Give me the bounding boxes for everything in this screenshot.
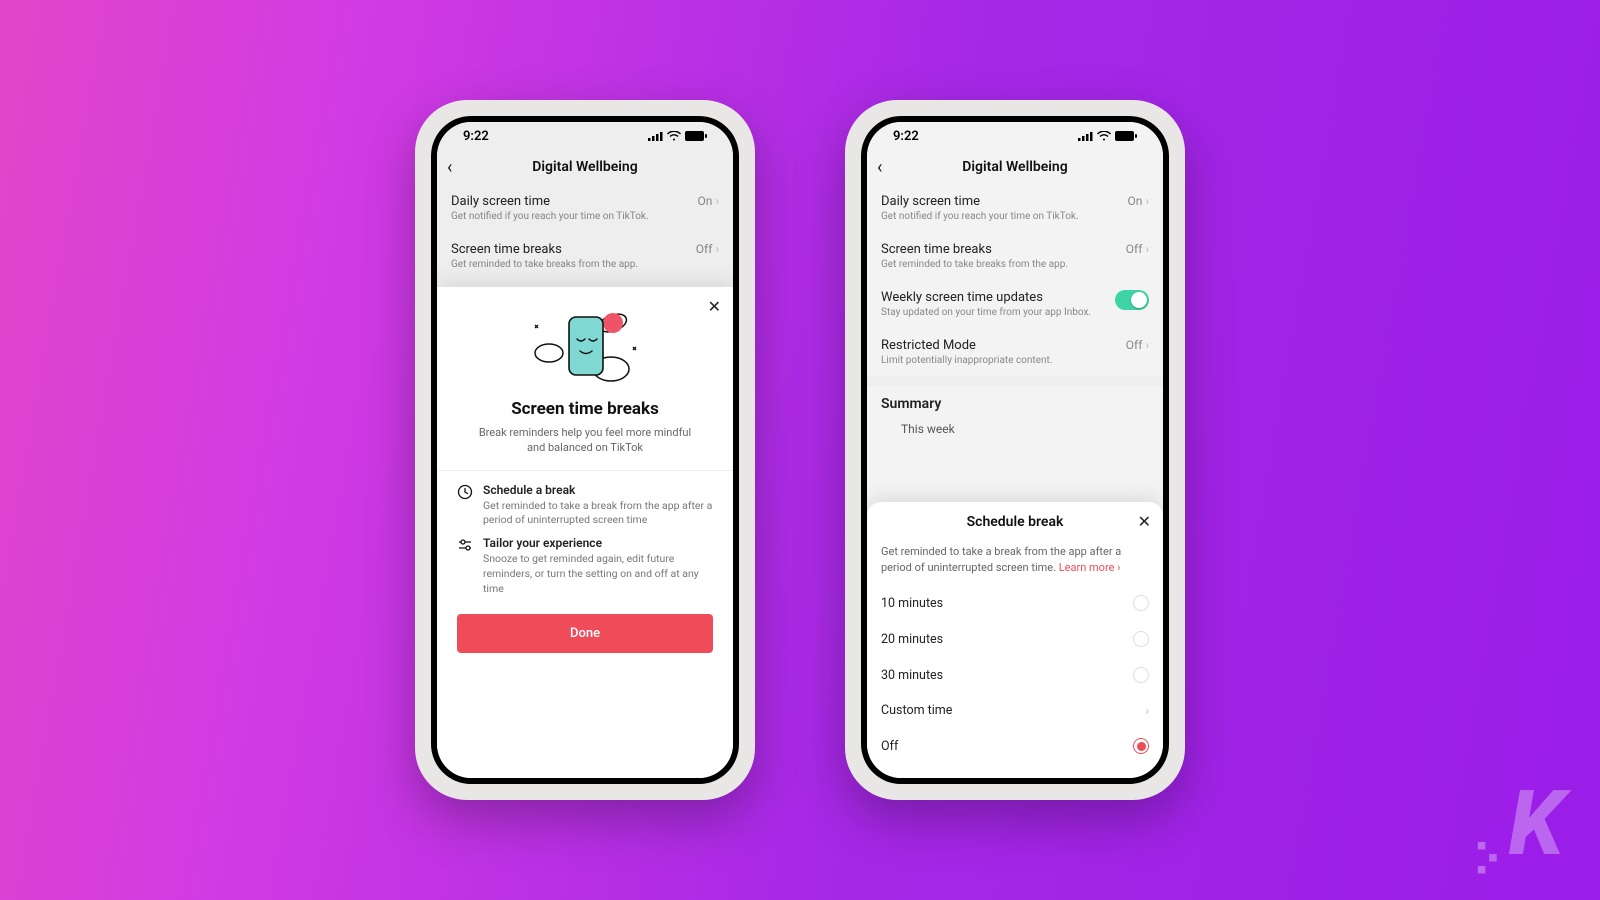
feature-title: Schedule a break <box>483 483 713 497</box>
wifi-icon <box>667 131 681 141</box>
feature-subtitle: Snooze to get reminded again, edit futur… <box>483 552 713 596</box>
feature-tailor-experience: Tailor your experience Snooze to get rem… <box>457 536 713 596</box>
summary-heading: Summary <box>881 396 1149 412</box>
status-icons <box>1078 131 1137 141</box>
watermark-logo: ▪ ▪▪ K <box>1476 771 1560 876</box>
setting-title: Daily screen time <box>451 194 649 209</box>
option-label: 10 minutes <box>881 596 943 611</box>
close-button[interactable]: ✕ <box>1138 512 1151 531</box>
close-button[interactable]: ✕ <box>708 297 721 316</box>
phone-screen: 9:22 ‹ Digital Wellbeing Daily screen ti… <box>437 122 733 778</box>
option-30-minutes[interactable]: 30 minutes <box>881 657 1149 693</box>
setting-title: Screen time breaks <box>451 242 638 257</box>
setting-daily-screen-time[interactable]: Daily screen time Get notified if you re… <box>437 184 733 232</box>
chevron-right-icon: › <box>715 242 719 256</box>
phone-bezel: 9:22 ‹ Digital Wellbeing Daily screen ti… <box>861 116 1169 784</box>
setting-title: Daily screen time <box>881 194 1079 209</box>
battery-icon <box>1115 131 1137 141</box>
option-custom-time[interactable]: Custom time › <box>881 693 1149 728</box>
option-label: Custom time <box>881 703 952 718</box>
setting-subtitle: Get reminded to take breaks from the app… <box>451 259 638 270</box>
radio-unselected <box>1133 631 1149 647</box>
summary-section: Summary This week <box>867 386 1163 440</box>
phone-screen: 9:22 ‹ Digital Wellbeing Daily screen ti… <box>867 122 1163 778</box>
radio-unselected <box>1133 595 1149 611</box>
chevron-right-icon: › <box>1145 242 1149 256</box>
phone-left: 9:22 ‹ Digital Wellbeing Daily screen ti… <box>415 100 755 800</box>
battery-icon <box>685 131 707 141</box>
setting-subtitle: Stay updated on your time from your app … <box>881 307 1091 318</box>
phone-right: 9:22 ‹ Digital Wellbeing Daily screen ti… <box>845 100 1185 800</box>
chevron-right-icon: › <box>1145 704 1149 718</box>
setting-subtitle: Get notified if you reach your time on T… <box>881 211 1079 222</box>
status-bar: 9:22 <box>437 122 733 150</box>
setting-weekly-updates[interactable]: Weekly screen time updates Stay updated … <box>867 280 1163 328</box>
setting-title: Weekly screen time updates <box>881 290 1091 305</box>
feature-schedule-break: Schedule a break Get reminded to take a … <box>457 483 713 528</box>
done-button[interactable]: Done <box>457 614 713 653</box>
setting-subtitle: Get notified if you reach your time on T… <box>451 211 649 222</box>
toggle-on[interactable] <box>1115 290 1149 310</box>
sliders-icon <box>457 537 473 596</box>
learn-more-link[interactable]: Learn more › <box>1059 561 1121 574</box>
radio-selected <box>1133 738 1149 754</box>
sheet-title: Schedule break <box>881 514 1149 530</box>
signal-icon <box>648 131 663 141</box>
sheet-subtitle: Break reminders help you feel more mindf… <box>473 425 697 456</box>
sheet-title: Screen time breaks <box>453 399 717 419</box>
option-label: 20 minutes <box>881 632 943 647</box>
status-time: 9:22 <box>893 129 919 144</box>
setting-screen-time-breaks[interactable]: Screen time breaks Get reminded to take … <box>867 232 1163 280</box>
setting-value: On› <box>1128 194 1150 208</box>
setting-title: Restricted Mode <box>881 338 1052 353</box>
setting-value: Off› <box>1126 242 1149 256</box>
settings-list: Daily screen time Get notified if you re… <box>867 184 1163 440</box>
top-nav: ‹ Digital Wellbeing <box>867 150 1163 184</box>
clock-icon <box>457 484 473 528</box>
setting-value: On› <box>698 194 720 208</box>
option-20-minutes[interactable]: 20 minutes <box>881 621 1149 657</box>
feature-subtitle: Get reminded to take a break from the ap… <box>483 499 713 528</box>
status-icons <box>648 131 707 141</box>
option-off[interactable]: Off <box>881 728 1149 764</box>
radio-unselected <box>1133 667 1149 683</box>
schedule-break-sheet: ✕ Schedule break Get reminded to take a … <box>867 502 1163 778</box>
page-title: Digital Wellbeing <box>532 159 637 175</box>
wifi-icon <box>1097 131 1111 141</box>
chevron-right-icon: › <box>1145 194 1149 208</box>
setting-title: Screen time breaks <box>881 242 1068 257</box>
page-title: Digital Wellbeing <box>962 159 1067 175</box>
chevron-right-icon: › <box>715 194 719 208</box>
signal-icon <box>1078 131 1093 141</box>
setting-value: Off› <box>696 242 719 256</box>
status-bar: 9:22 <box>867 122 1163 150</box>
option-10-minutes[interactable]: 10 minutes <box>881 585 1149 621</box>
settings-list: Daily screen time Get notified if you re… <box>437 184 733 280</box>
summary-range: This week <box>901 422 1149 436</box>
feature-title: Tailor your experience <box>483 536 713 550</box>
setting-subtitle: Get reminded to take breaks from the app… <box>881 259 1068 270</box>
setting-subtitle: Limit potentially inappropriate content. <box>881 355 1052 366</box>
option-label: Off <box>881 739 898 754</box>
setting-restricted-mode[interactable]: Restricted Mode Limit potentially inappr… <box>867 328 1163 376</box>
phone-bezel: 9:22 ‹ Digital Wellbeing Daily screen ti… <box>431 116 739 784</box>
back-button[interactable]: ‹ <box>447 157 452 178</box>
setting-daily-screen-time[interactable]: Daily screen time Get notified if you re… <box>867 184 1163 232</box>
top-nav: ‹ Digital Wellbeing <box>437 150 733 184</box>
setting-value: Off› <box>1126 338 1149 352</box>
status-time: 9:22 <box>463 129 489 144</box>
back-button[interactable]: ‹ <box>877 157 882 178</box>
option-label: 30 minutes <box>881 668 943 683</box>
chevron-right-icon: › <box>1145 338 1149 352</box>
sheet-description: Get reminded to take a break from the ap… <box>881 544 1149 575</box>
screen-time-breaks-sheet: ✕ Screen time breaks Break reminders hel <box>437 287 733 778</box>
illustration <box>453 309 717 389</box>
setting-screen-time-breaks[interactable]: Screen time breaks Get reminded to take … <box>437 232 733 280</box>
